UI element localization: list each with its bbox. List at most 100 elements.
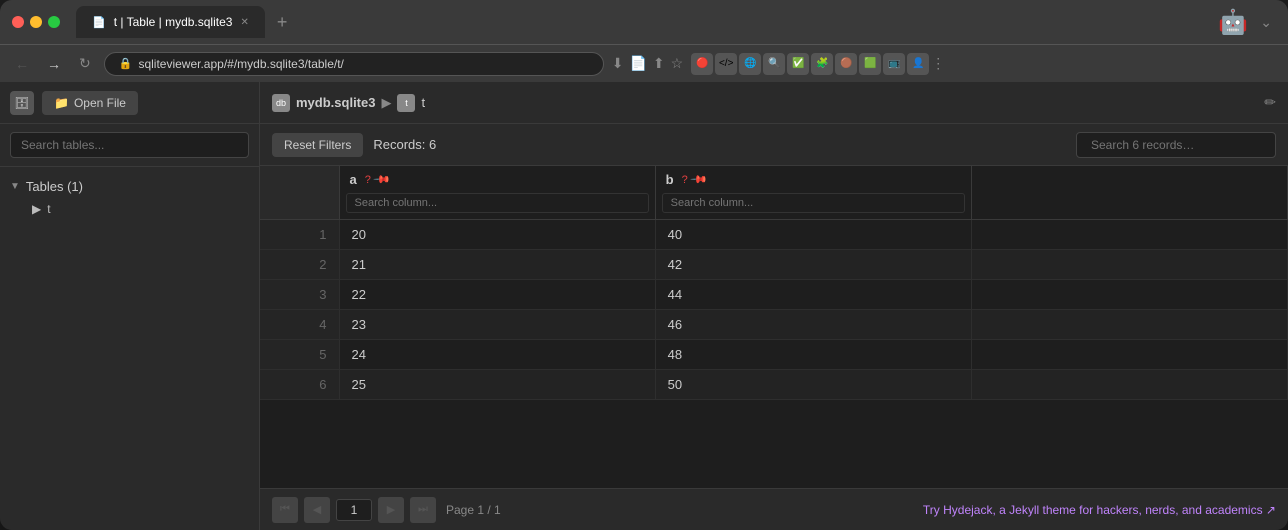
breadcrumb: db mydb.sqlite3 ▶ t t	[272, 94, 425, 112]
more-icon[interactable]: ⋮	[931, 55, 945, 72]
app-content: 🗄 📁 Open File ▼ Tables (1) ▶ t	[0, 82, 1288, 530]
tables-section: ▼ Tables (1) ▶ t	[0, 167, 259, 228]
cell-b[interactable]: 50	[655, 370, 971, 400]
table-row[interactable]: 5 24 48	[260, 340, 1288, 370]
page-icon[interactable]: 📄	[629, 55, 646, 72]
col-a-name: a	[350, 172, 357, 187]
cell-a[interactable]: 20	[339, 220, 655, 250]
data-table-container[interactable]: a ? 📌 b ?	[260, 166, 1288, 488]
new-tab-button[interactable]: +	[269, 8, 296, 37]
search-tables-container	[0, 124, 259, 167]
sidebar-header: 🗄 📁 Open File	[0, 82, 259, 124]
ext-icon-3[interactable]: 🌐	[739, 53, 761, 75]
col-a-pin-icon[interactable]: 📌	[372, 170, 391, 189]
page-input[interactable]	[336, 499, 372, 521]
search-tables-input[interactable]	[10, 132, 249, 158]
hydejack-link[interactable]: Try Hydejack, a Jekyll theme for hackers…	[923, 503, 1276, 517]
cell-b[interactable]: 42	[655, 250, 971, 280]
ext-icon-7[interactable]: 🟤	[835, 53, 857, 75]
window-chevron-icon[interactable]: ⌄	[1256, 10, 1276, 35]
main-content: db mydb.sqlite3 ▶ t t ✏ Reset Filters Re…	[260, 82, 1288, 530]
cell-row-num: 4	[260, 310, 339, 340]
address-input[interactable]: 🔒 sqliteviewer.app/#/mydb.sqlite3/table/…	[104, 52, 604, 76]
table-row[interactable]: 6 25 50	[260, 370, 1288, 400]
last-page-button[interactable]: ⏭	[410, 497, 436, 523]
ext-icon-10[interactable]: 👤	[907, 53, 929, 75]
col-a-type-icon: ?	[365, 174, 371, 186]
cell-b[interactable]: 48	[655, 340, 971, 370]
table-toolbar: Reset Filters Records: 6	[260, 124, 1288, 166]
maximize-button[interactable]	[48, 16, 60, 28]
col-b-type-icon: ?	[682, 174, 688, 186]
open-file-button[interactable]: 📁 Open File	[42, 91, 138, 115]
ext-icon-4[interactable]: 🔍	[763, 53, 785, 75]
cell-b[interactable]: 40	[655, 220, 971, 250]
tables-section-header[interactable]: ▼ Tables (1)	[10, 175, 249, 198]
reload-button[interactable]: ↻	[74, 53, 96, 74]
cell-row-num: 5	[260, 340, 339, 370]
search-records-input[interactable]	[1076, 132, 1276, 158]
cell-a[interactable]: 25	[339, 370, 655, 400]
open-file-label: Open File	[74, 96, 126, 110]
minimize-button[interactable]	[30, 16, 42, 28]
ext-icon-8[interactable]: 🟩	[859, 53, 881, 75]
download-icon[interactable]: ⬇	[612, 55, 624, 72]
prev-page-button[interactable]: ◀	[304, 497, 330, 523]
title-bar-right: 🤖 ⌄	[1218, 8, 1276, 37]
table-row[interactable]: 3 22 44	[260, 280, 1288, 310]
table-header-row: a ? 📌 b ?	[260, 166, 1288, 220]
ext-icon-1[interactable]: 🔴	[691, 53, 713, 75]
cell-empty	[971, 340, 1287, 370]
lock-icon: 🔒	[119, 57, 133, 70]
sidebar-db-icon: 🗄	[10, 91, 34, 115]
sidebar-item-t[interactable]: ▶ t	[10, 198, 249, 220]
toolbar-icons: ⬇ 📄 ⬆ ☆	[612, 55, 683, 72]
share-icon[interactable]: ⬆	[653, 55, 665, 72]
forward-button[interactable]: →	[42, 54, 66, 74]
table-row[interactable]: 2 21 42	[260, 250, 1288, 280]
cell-b[interactable]: 46	[655, 310, 971, 340]
open-file-icon: 📁	[54, 96, 69, 110]
android-icon: 🤖	[1218, 8, 1248, 37]
tab-label: t | Table | mydb.sqlite3	[114, 15, 233, 29]
sidebar: 🗄 📁 Open File ▼ Tables (1) ▶ t	[0, 82, 260, 530]
reset-filters-button[interactable]: Reset Filters	[272, 133, 363, 157]
breadcrumb-table: t	[421, 95, 425, 110]
col-a-search-container	[340, 193, 655, 219]
table-item-label: t	[47, 202, 50, 216]
table-arrow-icon: ▶	[32, 202, 41, 216]
th-col-b: b ? 📌	[655, 166, 971, 220]
ext-icon-9[interactable]: 📺	[883, 53, 905, 75]
main-header: db mydb.sqlite3 ▶ t t ✏	[260, 82, 1288, 124]
tab-close-icon[interactable]: ✕	[240, 17, 248, 28]
col-a-search-input[interactable]	[346, 193, 649, 213]
cell-a[interactable]: 24	[339, 340, 655, 370]
edit-icon[interactable]: ✏	[1264, 94, 1276, 111]
close-button[interactable]	[12, 16, 24, 28]
cell-a[interactable]: 23	[339, 310, 655, 340]
cell-row-num: 2	[260, 250, 339, 280]
cell-b[interactable]: 44	[655, 280, 971, 310]
col-b-pin-icon[interactable]: 📌	[689, 170, 708, 189]
ext-icon-2[interactable]: </>	[715, 53, 737, 75]
ext-icon-5[interactable]: ✅	[787, 53, 809, 75]
cell-a[interactable]: 21	[339, 250, 655, 280]
db-file-icon: db	[272, 94, 290, 112]
extension-icons: 🔴 </> 🌐 🔍 ✅ 🧩 🟤 🟩 📺 👤 ⋮	[691, 53, 945, 75]
ext-icon-6[interactable]: 🧩	[811, 53, 833, 75]
table-row[interactable]: 1 20 40	[260, 220, 1288, 250]
table-icon: t	[397, 94, 415, 112]
cell-row-num: 1	[260, 220, 339, 250]
tab-file-icon: 📄	[92, 16, 106, 29]
bookmark-icon[interactable]: ☆	[671, 55, 684, 72]
next-page-button[interactable]: ▶	[378, 497, 404, 523]
cell-empty	[971, 310, 1287, 340]
active-tab[interactable]: 📄 t | Table | mydb.sqlite3 ✕	[76, 6, 265, 38]
table-row[interactable]: 4 23 46	[260, 310, 1288, 340]
back-button[interactable]: ←	[10, 54, 34, 74]
cell-empty	[971, 280, 1287, 310]
url-text: sqliteviewer.app/#/mydb.sqlite3/table/t/	[138, 57, 343, 71]
first-page-button[interactable]: ⏮	[272, 497, 298, 523]
col-b-search-input[interactable]	[662, 193, 965, 213]
cell-a[interactable]: 22	[339, 280, 655, 310]
